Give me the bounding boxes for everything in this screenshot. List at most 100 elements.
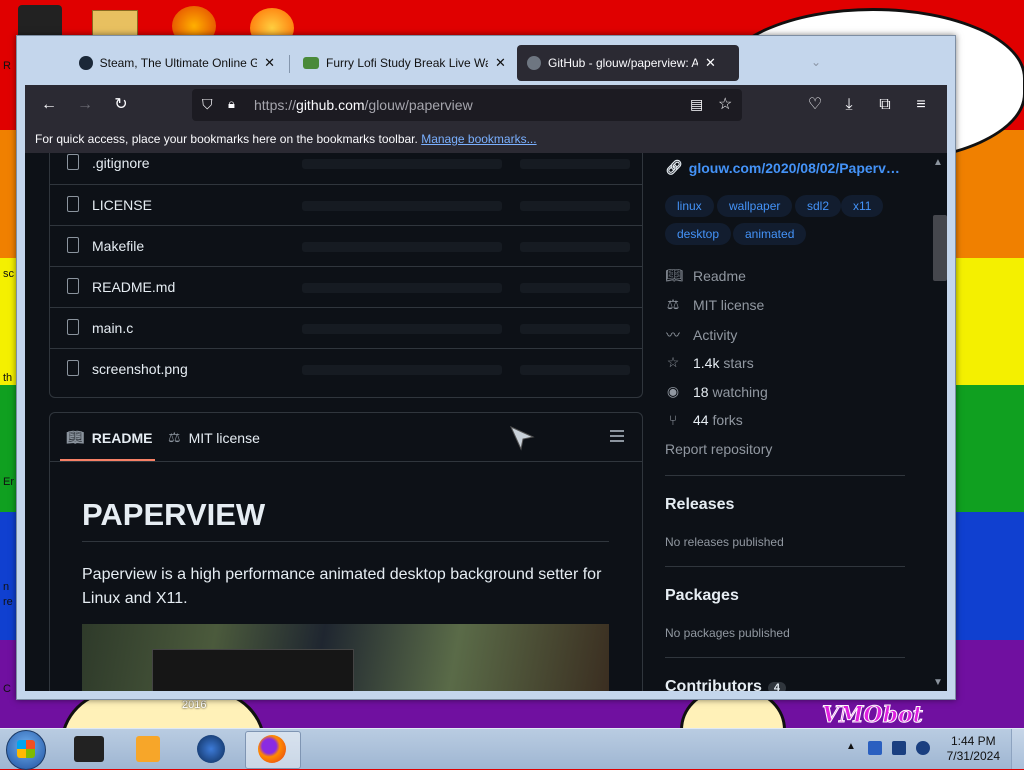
scale-icon: ⚖: [168, 429, 181, 445]
year-mark: 2016: [182, 699, 207, 711]
readme-title: PAPERVIEW: [82, 497, 266, 532]
taskbar-app-globe[interactable]: [184, 731, 238, 767]
back-arrow-icon[interactable]: ←: [37, 93, 61, 117]
taskbar: ▲ 1:44 PM 7/31/2024: [0, 728, 1024, 770]
tab-label: GitHub - glouw/paperview: A high perform…: [548, 56, 698, 70]
desktop-label-3: Er: [3, 476, 14, 488]
website-link[interactable]: 🔗︎ glouw.com/2020/08/02/Paperview.html: [665, 159, 901, 176]
screenshot-image[interactable]: [82, 624, 609, 691]
shield-icon[interactable]: ⛉: [202, 96, 213, 113]
tab-furry-lofi[interactable]: Furry Lofi Study Break Live Wallpaper ✕: [293, 45, 517, 81]
file-row[interactable]: screenshot.png: [50, 348, 642, 389]
tray-app-icon[interactable]: [868, 741, 882, 755]
contributors-heading[interactable]: Contributors 4: [665, 678, 786, 691]
sidebar-stars[interactable]: ☆ 1.4k stars: [665, 354, 754, 371]
repo-sidebar: 🔗︎ glouw.com/2020/08/02/Paperview.html li…: [665, 153, 925, 691]
chevron-down-icon[interactable]: ⌄: [811, 55, 821, 69]
topic-x11[interactable]: x11: [841, 195, 884, 217]
file-name[interactable]: LICENSE: [92, 197, 152, 213]
star-bookmark-icon[interactable]: ☆: [718, 94, 732, 114]
file-name[interactable]: README.md: [92, 279, 175, 295]
tab-steam[interactable]: Steam, The Ultimate Online Game Platform…: [69, 45, 285, 81]
commit-date-placeholder: [520, 365, 630, 375]
sidebar-readme[interactable]: 📖︎ Readme: [665, 267, 746, 284]
topic-desktop[interactable]: desktop: [665, 223, 732, 245]
url-path: /glouw/paperview: [364, 97, 473, 113]
file-name[interactable]: Makefile: [92, 238, 144, 254]
url-text[interactable]: https://github.com/glouw/paperview: [254, 97, 473, 113]
nav-toolbar: ← → ↻ ⛉ 🔒︎ https://github.com/glouw/pape…: [25, 85, 947, 125]
clock-time: 1:44 PM: [950, 734, 996, 748]
tab-license[interactable]: ⚖ MIT license: [168, 429, 260, 446]
file-row[interactable]: main.c: [50, 307, 642, 348]
menu-icon[interactable]: ≡: [909, 93, 933, 117]
list-toc-icon[interactable]: [610, 430, 624, 442]
sidebar-readme-label: Readme: [693, 267, 746, 284]
reload-icon[interactable]: ↻: [109, 93, 133, 117]
sidebar-activity[interactable]: 〰 Activity: [665, 325, 737, 345]
forward-arrow-icon[interactable]: →: [73, 93, 97, 117]
stars-label: stars: [723, 354, 754, 371]
fork-icon: ⑂: [668, 412, 678, 428]
volume-icon[interactable]: [916, 741, 930, 755]
tab-readme[interactable]: 📖︎ README: [66, 429, 152, 446]
website-url[interactable]: glouw.com/2020/08/02/Paperview.html: [689, 160, 901, 176]
wallpaper-icon: [303, 57, 319, 69]
system-tray: ▲ 1:44 PM 7/31/2024: [840, 729, 1024, 769]
close-icon[interactable]: ✕: [264, 55, 275, 71]
pocket-icon[interactable]: ♡: [803, 93, 827, 117]
reader-view-icon[interactable]: ▤: [690, 96, 703, 113]
manage-bookmarks-link[interactable]: Manage bookmarks...: [421, 132, 536, 146]
file-row[interactable]: .gitignore: [50, 153, 642, 184]
contributors-label: Contributors: [665, 678, 762, 691]
file-name[interactable]: .gitignore: [92, 155, 150, 171]
close-icon[interactable]: ✕: [705, 55, 716, 71]
scrollbar-thumb[interactable]: [933, 215, 947, 281]
sidebar-divider: [665, 657, 905, 658]
commit-date-placeholder: [520, 159, 630, 169]
download-icon[interactable]: ⤓: [837, 93, 861, 117]
link-icon: 🔗︎: [665, 159, 683, 175]
url-domain: github.com: [296, 97, 365, 113]
scale-icon: ⚖: [666, 296, 680, 312]
desktop-label-6: C: [3, 683, 11, 695]
close-icon[interactable]: ✕: [495, 55, 506, 71]
eye-icon: ◉: [666, 383, 680, 399]
lock-icon[interactable]: 🔒︎: [228, 96, 235, 112]
report-label[interactable]: Report repository: [665, 441, 772, 457]
report-repository-link[interactable]: Report repository: [665, 441, 772, 457]
file-row[interactable]: README.md: [50, 266, 642, 307]
file-name[interactable]: main.c: [92, 320, 133, 336]
start-button[interactable]: [6, 730, 46, 770]
releases-heading[interactable]: Releases: [665, 496, 734, 514]
file-row[interactable]: LICENSE: [50, 184, 642, 225]
taskbar-app-media[interactable]: [122, 731, 176, 767]
url-bar[interactable]: ⛉ 🔒︎ https://github.com/glouw/paperview …: [192, 89, 742, 121]
sidebar-watching[interactable]: ◉ 18 watching: [665, 383, 768, 400]
star-icon: ☆: [666, 354, 680, 370]
extensions-icon[interactable]: ⧉: [873, 93, 897, 117]
scroll-up-icon[interactable]: ▲: [933, 157, 943, 168]
browser-window: – □ ✕ Steam, The Ultimate Online Game Pl…: [16, 35, 956, 700]
pulse-icon: 〰: [666, 327, 680, 343]
tray-expand-icon[interactable]: ▲: [846, 741, 856, 752]
topic-sdl2[interactable]: sdl2: [795, 195, 842, 217]
desktop-label-0: R: [3, 60, 11, 72]
sidebar-license[interactable]: ⚖ MIT license: [665, 296, 765, 313]
packages-heading[interactable]: Packages: [665, 587, 739, 605]
tab-github[interactable]: GitHub - glouw/paperview: A high perform…: [517, 45, 739, 81]
topic-linux[interactable]: linux: [665, 195, 714, 217]
topic-wallpaper[interactable]: wallpaper: [717, 195, 793, 217]
clock[interactable]: 1:44 PM 7/31/2024: [947, 734, 1000, 764]
network-icon[interactable]: [892, 741, 906, 755]
topic-animated[interactable]: animated: [733, 223, 807, 245]
show-desktop-button[interactable]: [1011, 729, 1024, 769]
terminal-preview: [152, 649, 354, 691]
sidebar-forks[interactable]: ⑂ 44 forks: [665, 412, 743, 428]
file-name[interactable]: screenshot.png: [92, 361, 188, 377]
taskbar-app-steam[interactable]: [62, 731, 116, 767]
taskbar-app-firefox[interactable]: [245, 731, 301, 769]
scroll-down-icon[interactable]: ▼: [933, 677, 943, 688]
file-row[interactable]: Makefile: [50, 225, 642, 266]
page-scrollbar[interactable]: ▲ ▼: [929, 153, 947, 691]
